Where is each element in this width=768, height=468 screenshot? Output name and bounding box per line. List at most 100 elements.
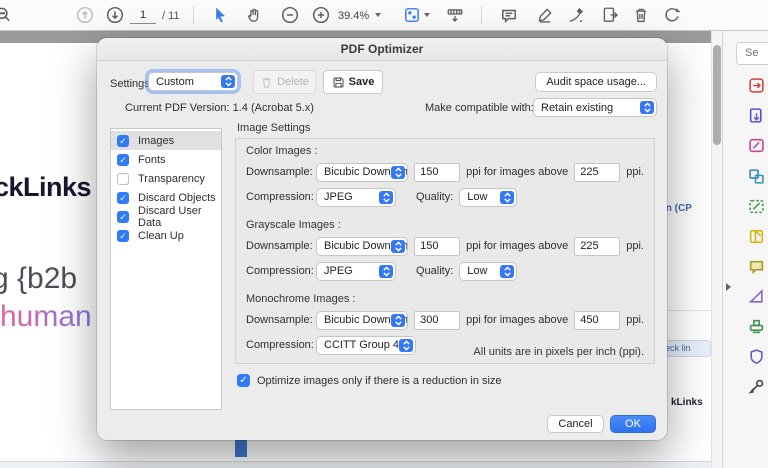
fit-page-caret-icon[interactable] (424, 13, 430, 17)
page-up-icon[interactable] (75, 5, 95, 25)
panel-item-discard-user-data[interactable]: ✓ Discard User Data (111, 207, 221, 226)
gray-threshold-field[interactable] (574, 237, 620, 256)
edit-pdf-icon[interactable] (748, 137, 765, 154)
between-text: ppi for images above (466, 240, 568, 252)
panel-item-transparency[interactable]: Transparency (111, 169, 221, 188)
vertical-scrollbar[interactable] (711, 31, 722, 468)
images-checkbox[interactable]: ✓ (117, 135, 129, 147)
save-button[interactable]: Save (323, 70, 383, 94)
audit-space-usage-button[interactable]: Audit space usage... (535, 72, 657, 92)
trash-icon[interactable] (631, 5, 651, 25)
color-ppi-field[interactable] (414, 163, 460, 182)
toolbar-separator (481, 6, 482, 24)
mono-downsample-popup[interactable]: Bicubic Downsampling to (316, 311, 408, 330)
gray-compression-popup[interactable]: JPEG (316, 262, 396, 281)
color-threshold-field[interactable] (574, 163, 620, 182)
rotate-icon[interactable] (662, 5, 682, 25)
settings-popup-value: Custom (156, 76, 194, 88)
grayscale-images-section: Grayscale Images : Downsample: Bicubic D… (246, 219, 644, 281)
zoom-out-icon[interactable] (280, 5, 300, 25)
mono-ppi-field[interactable] (414, 311, 460, 330)
combine-files-icon[interactable] (748, 168, 765, 185)
pdf-optimizer-dialog: PDF Optimizer Settings: Custom Delete Sa… (97, 38, 667, 440)
quality-label: Quality: (416, 191, 453, 203)
gray-downsample-popup[interactable]: Bicubic Downsampling to (316, 237, 408, 256)
ppi-suffix: ppi. (626, 314, 644, 326)
color-downsample-popup[interactable]: Bicubic Downsampling to (316, 163, 408, 182)
settings-popup[interactable]: Custom (148, 72, 238, 91)
zoom-level-label[interactable]: 39.4% (338, 10, 369, 22)
scroll-mode-icon[interactable] (445, 5, 465, 25)
acrobat-window: ckLinks g {b2b human ation (CP 4s te dec… (0, 0, 768, 468)
compression-label: Compression: (246, 339, 310, 351)
export-pages-icon[interactable] (600, 5, 620, 25)
measure-icon[interactable] (748, 288, 765, 305)
stepper-icon (399, 339, 413, 352)
panel-item-label: Fonts (138, 154, 166, 166)
optimize-checkbox-row[interactable]: ✓ Optimize images only if there is a red… (237, 374, 502, 387)
export-pdf-icon[interactable] (748, 77, 765, 94)
dialog-titlebar: PDF Optimizer (97, 38, 667, 61)
scrollbar-thumb[interactable] (713, 45, 721, 145)
panel-collapse-arrow[interactable] (726, 283, 731, 291)
panel-item-images[interactable]: ✓ Images (111, 131, 221, 150)
downsample-label: Downsample: (246, 166, 310, 178)
transparency-checkbox[interactable] (117, 173, 129, 185)
color-compression-popup[interactable]: JPEG (316, 188, 396, 207)
fonts-checkbox[interactable]: ✓ (117, 154, 129, 166)
discard-user-data-checkbox[interactable]: ✓ (117, 211, 129, 223)
create-pdf-icon[interactable] (748, 107, 765, 124)
stepper-icon (640, 101, 654, 114)
sign-icon[interactable] (566, 5, 586, 25)
panel-item-label: Transparency (138, 173, 205, 185)
hand-tool-icon[interactable] (244, 5, 264, 25)
save-button-label: Save (349, 76, 375, 88)
discard-objects-checkbox[interactable]: ✓ (117, 192, 129, 204)
select-tool-icon[interactable] (210, 5, 230, 25)
tools-search-box[interactable] (736, 42, 768, 65)
panel-item-clean-up[interactable]: ✓ Clean Up (111, 226, 221, 245)
compat-popup[interactable]: Retain existing (533, 98, 657, 117)
more-tools-icon[interactable] (748, 378, 765, 395)
optimize-checkbox[interactable]: ✓ (237, 374, 250, 387)
units-note: All units are in pixels per inch (ppi). (473, 346, 644, 358)
gray-quality-popup[interactable]: Low (459, 262, 517, 281)
organize-pages-icon[interactable] (748, 228, 765, 245)
fit-page-icon[interactable] (402, 5, 422, 25)
protect-icon[interactable] (748, 348, 765, 365)
mono-compression-popup[interactable]: CCITT Group 4 (316, 336, 416, 355)
clean-up-checkbox[interactable]: ✓ (117, 230, 129, 242)
compression-label: Compression: (246, 191, 310, 203)
panel-item-fonts[interactable]: ✓ Fonts (111, 150, 221, 169)
compat-label: Make compatible with: (425, 102, 534, 114)
section-title: Color Images : (246, 145, 644, 159)
page-number-input[interactable] (130, 6, 156, 24)
gray-ppi-field[interactable] (414, 237, 460, 256)
search-input[interactable] (743, 46, 768, 60)
color-images-section: Color Images : Downsample: Bicubic Downs… (246, 145, 644, 207)
downsample-label: Downsample: (246, 240, 310, 252)
highlight-icon[interactable] (535, 5, 555, 25)
popup-value: JPEG (324, 191, 353, 203)
section-title: Grayscale Images : (246, 219, 644, 233)
panel-item-label: Discard Objects (138, 192, 216, 204)
ppi-suffix: ppi. (626, 166, 644, 178)
cancel-button-label: Cancel (558, 418, 592, 430)
popup-value: Low (467, 191, 487, 203)
stepper-icon (391, 314, 405, 327)
page-down-icon[interactable] (105, 5, 125, 25)
zoom-caret-icon[interactable] (375, 13, 381, 17)
search-icon[interactable] (0, 5, 13, 25)
zoom-in-icon[interactable] (311, 5, 331, 25)
comment-tool-icon[interactable] (748, 258, 765, 275)
ok-button[interactable]: OK (610, 415, 656, 433)
settings-label: Settings: (110, 78, 153, 90)
stamp-icon[interactable] (748, 318, 765, 335)
ok-button-label: OK (625, 418, 641, 430)
comment-icon[interactable] (499, 5, 519, 25)
color-quality-popup[interactable]: Low (459, 188, 517, 207)
mono-threshold-field[interactable] (574, 311, 620, 330)
scan-ocr-icon[interactable] (748, 198, 765, 215)
stepper-icon (391, 240, 405, 253)
cancel-button[interactable]: Cancel (547, 415, 604, 433)
